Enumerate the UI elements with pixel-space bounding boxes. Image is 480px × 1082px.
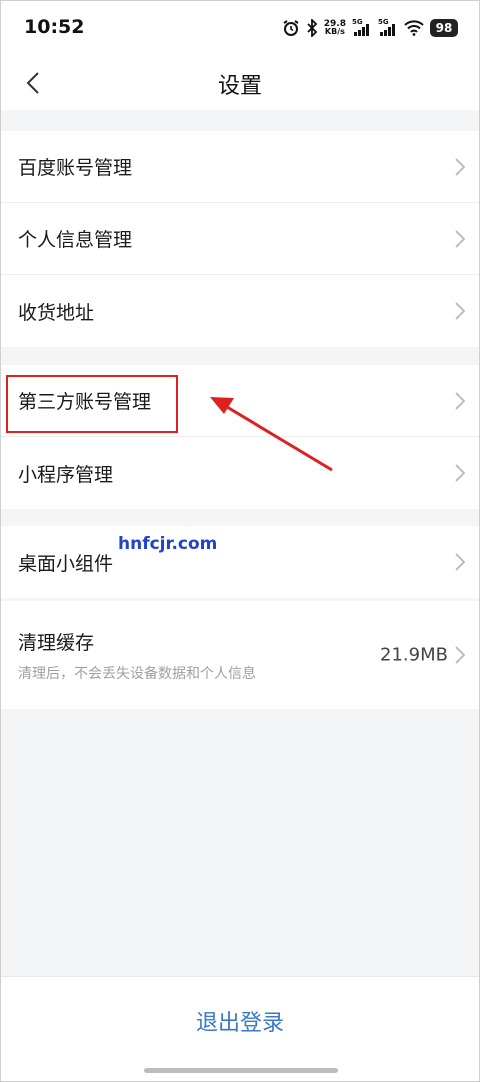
chevron-right-icon [455, 229, 466, 248]
status-bar: 10:52 29.8 KB/s 5G 5G 98 [0, 0, 480, 56]
signal-icon-2: 5G [378, 18, 398, 36]
home-indicator[interactable] [144, 1068, 338, 1073]
annotation-arrow-icon [210, 397, 333, 472]
row-label: 百度账号管理 [18, 157, 133, 179]
battery-icon: 98 [430, 19, 458, 37]
bluetooth-icon [306, 19, 318, 37]
row-label: 桌面小组件 [18, 552, 114, 575]
alarm-icon [282, 19, 300, 37]
row-shipping-address[interactable]: 收货地址 [0, 275, 480, 347]
chevron-right-icon [455, 302, 466, 320]
wifi-icon [404, 20, 424, 36]
logout-button[interactable]: 退出登录 [0, 1005, 480, 1037]
chevron-right-icon [455, 553, 466, 571]
net-speed-unit: KB/s [324, 27, 345, 36]
page-title: 设置 [217, 74, 262, 99]
row-desktop-widget[interactable]: 桌面小组件 [0, 526, 480, 598]
nav-bar: 设置 [0, 56, 480, 110]
row-label: 收货地址 [18, 301, 95, 324]
status-icons: 29.8 KB/s 5G 5G 98 [282, 16, 458, 40]
settings-group-widget: 桌面小组件 [0, 526, 480, 598]
highlight-box [6, 375, 178, 433]
row-label: 清理缓存 [18, 631, 95, 654]
row-subtitle: 清理后，不会丢失设备数据和个人信息 [18, 665, 256, 682]
settings-group-account: 百度账号管理 个人信息管理 收货地址 [0, 131, 480, 347]
row-personal-info[interactable]: 个人信息管理 [0, 203, 480, 275]
status-time: 10:52 [24, 16, 85, 38]
row-label: 个人信息管理 [18, 229, 133, 251]
net-speed: 29.8 KB/s [324, 20, 346, 36]
row-baidu-account[interactable]: 百度账号管理 [0, 131, 480, 203]
chevron-right-icon [455, 464, 466, 482]
chevron-right-icon [455, 391, 466, 410]
row-label: 小程序管理 [18, 463, 114, 486]
bottom-bar: 退出登录 [0, 976, 480, 1082]
chevron-right-icon [455, 157, 466, 176]
chevron-right-icon [455, 646, 466, 664]
watermark: hnfcjr.com [118, 534, 218, 554]
settings-group-cache: 清理缓存 清理后，不会丢失设备数据和个人信息 21.9MB [0, 601, 480, 709]
row-clear-cache[interactable]: 清理缓存 清理后，不会丢失设备数据和个人信息 21.9MB [0, 601, 480, 709]
signal-icon: 5G [352, 18, 372, 36]
cache-size-value: 21.9MB [380, 644, 448, 666]
